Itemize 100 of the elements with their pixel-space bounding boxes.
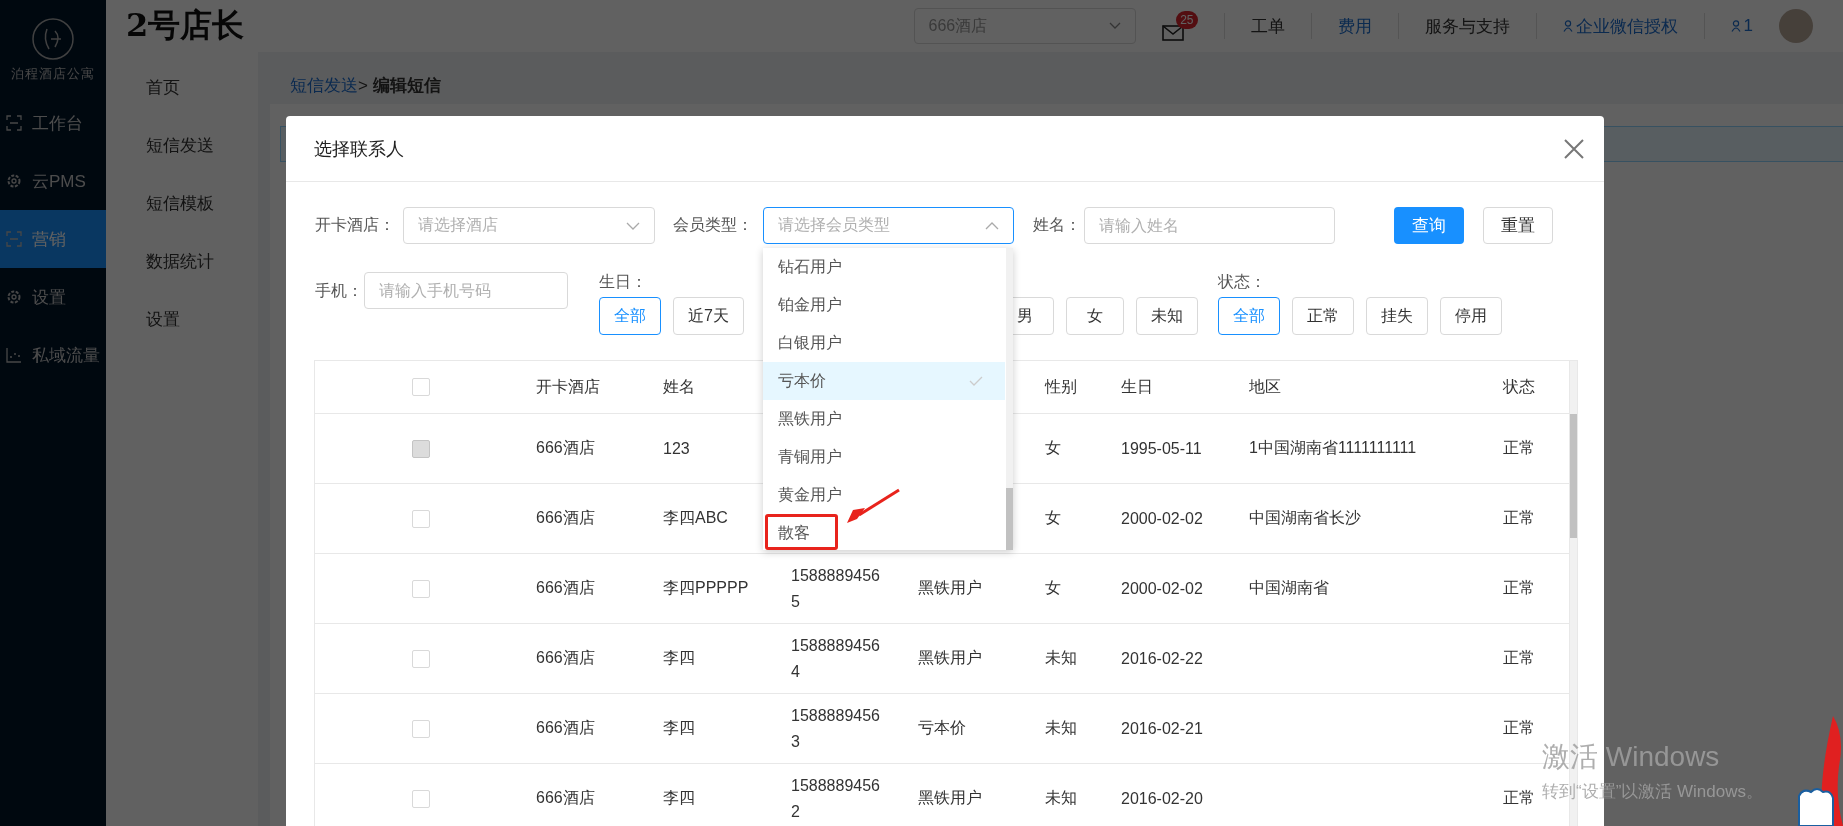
name-cell: 123	[663, 439, 690, 457]
mail-icon	[1161, 23, 1184, 41]
dropdown-option[interactable]: 散客	[763, 514, 1005, 552]
hotel-select[interactable]: 请选择酒店	[403, 207, 655, 244]
dropdown-option[interactable]: 青铜用户	[763, 438, 1005, 476]
gender-cell: 未知	[1045, 789, 1077, 806]
birthday-cell: 2016-02-21	[1121, 719, 1203, 737]
filter-option[interactable]: 停用	[1439, 297, 1502, 335]
sidebar-item[interactable]: 设置	[0, 268, 106, 326]
phone-cell-text: 15888894565	[791, 565, 881, 612]
sidebar-item[interactable]: 私域流量	[0, 326, 106, 384]
name-input[interactable]: 请输入姓名	[1084, 207, 1335, 244]
filter-option[interactable]: 女	[1065, 297, 1124, 335]
header-link[interactable]: 费用	[1337, 14, 1372, 38]
gender-cell: 女	[1045, 439, 1061, 456]
chevron-down-icon	[1108, 22, 1121, 30]
search-button[interactable]: 查询	[1394, 207, 1464, 244]
column-header: 地区	[1249, 377, 1281, 395]
logo-icon	[31, 17, 75, 61]
gear-icon	[6, 173, 22, 189]
reset-button[interactable]: 重置	[1483, 207, 1553, 244]
dialog-title: 选择联系人	[314, 137, 404, 161]
filter-option[interactable]: 正常	[1291, 297, 1354, 335]
user-icon	[1562, 20, 1573, 32]
name-cell: 李四	[663, 719, 695, 736]
phone-cell-text: 15888894563	[791, 705, 881, 752]
avatar[interactable]	[1779, 9, 1813, 43]
field-label: 会员类型：	[673, 215, 754, 235]
hotel-cell: 666酒店	[536, 789, 595, 806]
close-icon[interactable]	[1564, 138, 1584, 159]
sidebar-item[interactable]: 营销	[0, 210, 106, 268]
hotel-cell: 666酒店	[536, 579, 595, 596]
notification-badge: 25	[1176, 11, 1198, 29]
column-header: 姓名	[663, 377, 695, 395]
gender-cell: 未知	[1045, 649, 1077, 666]
row-checkbox[interactable]	[412, 649, 430, 668]
submenu-item[interactable]: 短信模板	[106, 174, 258, 232]
birthday-cell: 2016-02-22	[1121, 649, 1203, 667]
submenu-item[interactable]: 设置	[106, 290, 258, 348]
field-label: 状态：	[1217, 272, 1267, 292]
gender-cell: 女	[1045, 509, 1061, 526]
submenu-item[interactable]: 短信发送	[106, 116, 258, 174]
filter-option[interactable]: 未知	[1135, 297, 1198, 335]
select-all-checkbox[interactable]	[412, 378, 430, 396]
header-link[interactable]: 企业微信授权	[1562, 14, 1678, 38]
chevron-down-icon	[626, 221, 640, 230]
gear-icon	[6, 289, 22, 305]
sidebar-item[interactable]: 工作台	[0, 94, 106, 152]
field-label: 姓名：	[1033, 215, 1082, 235]
name-cell: 李四	[663, 649, 695, 666]
column-header: 性别	[1045, 377, 1077, 395]
birthday-cell: 1995-05-11	[1121, 439, 1202, 457]
member-type-select[interactable]: 请选择会员类型	[763, 207, 1014, 244]
dropdown-option[interactable]: 钻石用户	[763, 248, 1005, 286]
member-type-cell: 黑铁用户	[918, 579, 982, 596]
filter-option[interactable]: 全部	[1217, 297, 1280, 335]
user-icon	[1730, 20, 1741, 32]
status-cell: 正常	[1503, 649, 1535, 666]
name-cell: 李四ABC	[663, 509, 728, 526]
submenu-item[interactable]: 数据统计	[106, 232, 258, 290]
app-logo: 2号店长	[126, 5, 245, 46]
column-header: 开卡酒店	[536, 377, 600, 395]
breadcrumb-link[interactable]: 短信发送	[290, 76, 358, 95]
annotation-arrow	[845, 488, 901, 526]
row-checkbox[interactable]	[412, 789, 430, 808]
phone-cell-text: 15888894564	[791, 635, 881, 682]
status-cell: 正常	[1503, 439, 1535, 456]
dropdown-option[interactable]: 黄金用户	[763, 476, 1005, 514]
mail-button[interactable]: 25	[1161, 11, 1198, 41]
frame-icon	[6, 231, 22, 247]
column-header: 状态	[1503, 377, 1535, 395]
member-type-cell: 黑铁用户	[918, 649, 982, 666]
dropdown-option[interactable]: 亏本价	[763, 362, 1005, 400]
sidebar-item[interactable]: 云PMS	[0, 152, 106, 210]
hotel-cell: 666酒店	[536, 439, 595, 456]
gender-cell: 女	[1045, 579, 1061, 596]
dropdown-option[interactable]: 黑铁用户	[763, 400, 1005, 438]
header-link[interactable]: 服务与支持	[1424, 14, 1510, 38]
status-cell: 正常	[1503, 579, 1535, 596]
hotel-cell: 666酒店	[536, 649, 595, 666]
phone-input[interactable]: 请输入手机号码	[364, 272, 568, 309]
row-checkbox[interactable]	[412, 509, 430, 528]
member-type-cell: 黑铁用户	[918, 789, 982, 806]
birthday-cell: 2000-02-02	[1121, 509, 1203, 527]
region-cell: 中国湖南省	[1249, 579, 1329, 596]
member-type-cell: 亏本价	[918, 719, 966, 736]
submenu-item[interactable]: 首页	[106, 58, 258, 116]
row-checkbox[interactable]	[412, 579, 430, 598]
breadcrumb-separator: >	[358, 76, 368, 95]
name-cell: 李四	[663, 789, 695, 806]
region-cell: 1中国湖南省1111111111	[1249, 439, 1417, 456]
user-menu[interactable]: 1	[1730, 16, 1753, 36]
filter-option[interactable]: 近7天	[673, 297, 744, 335]
frame-icon	[6, 115, 22, 131]
row-checkbox[interactable]	[412, 719, 430, 738]
field-label: 生日：	[599, 272, 648, 292]
filter-option[interactable]: 挂失	[1365, 297, 1428, 335]
header-link[interactable]: 工单	[1250, 14, 1285, 38]
filter-option[interactable]: 全部	[599, 297, 661, 335]
hotel-cell: 666酒店	[536, 719, 595, 736]
